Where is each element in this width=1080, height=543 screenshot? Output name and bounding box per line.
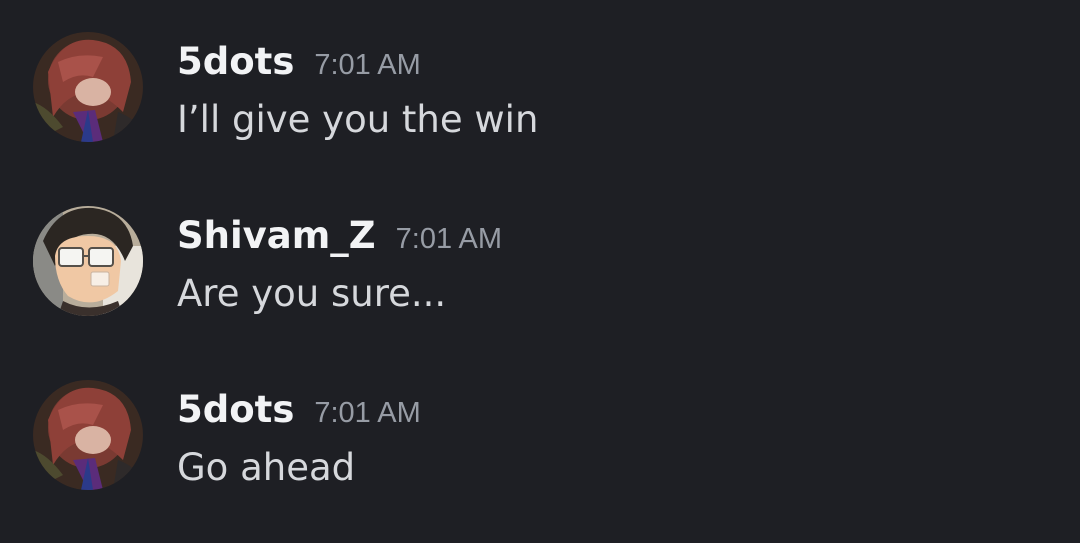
timestamp: 7:01 AM: [314, 397, 421, 429]
message-text: I’ll give you the win: [177, 98, 539, 141]
username[interactable]: Shivam_Z: [177, 214, 376, 257]
message-header: Shivam_Z 7:01 AM: [177, 214, 502, 264]
red-hair-avatar-icon: [33, 380, 143, 490]
chat-message-list: 5dots 7:01 AM I’ll give you the win Shiva…: [0, 0, 1080, 543]
username[interactable]: 5dots: [177, 40, 294, 83]
message-header: 5dots 7:01 AM: [177, 388, 421, 438]
timestamp: 7:01 AM: [395, 223, 503, 255]
message-header: 5dots 7:01 AM: [177, 40, 421, 90]
user-avatar[interactable]: [33, 206, 143, 316]
chat-message: 5dots 7:01 AM Go ahead: [0, 380, 1080, 540]
chat-message: 5dots 7:01 AM I’ll give you the win: [0, 32, 1080, 192]
red-hair-avatar-icon: [33, 32, 143, 142]
chat-message: Shivam_Z 7:01 AM Are you sure...: [0, 206, 1080, 366]
user-avatar[interactable]: [33, 32, 143, 142]
user-avatar[interactable]: [33, 380, 143, 490]
glasses-avatar-icon: [33, 206, 143, 316]
username[interactable]: 5dots: [177, 388, 294, 431]
timestamp: 7:01 AM: [314, 49, 421, 81]
message-text: Are you sure...: [177, 272, 447, 315]
message-text: Go ahead: [177, 446, 356, 489]
